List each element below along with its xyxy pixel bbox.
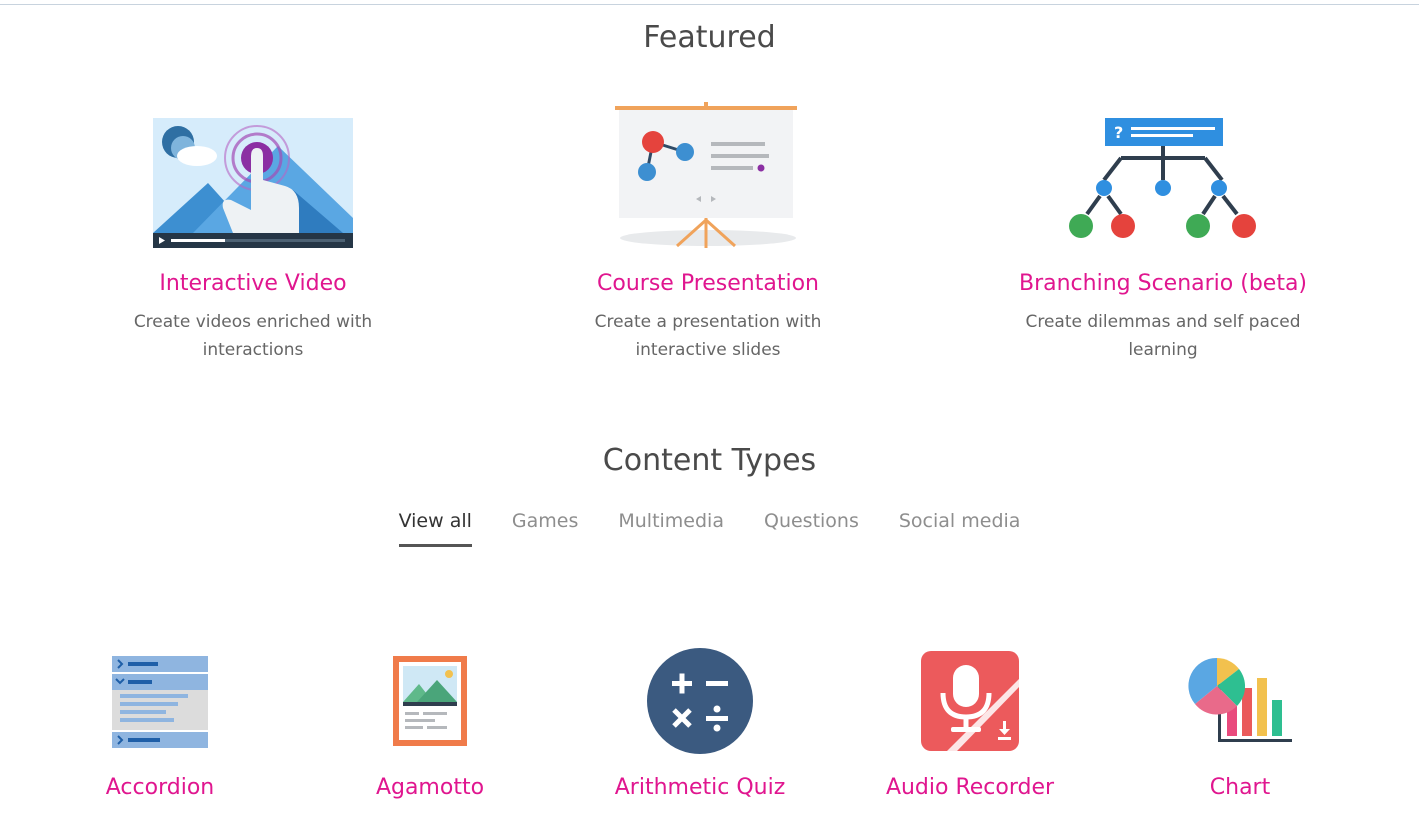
content-type-name[interactable]: Arithmetic Quiz bbox=[565, 775, 835, 800]
content-types-title: Content Types bbox=[602, 443, 817, 478]
svg-text:?: ? bbox=[1114, 123, 1123, 142]
featured-item-course-presentation[interactable]: Course Presentation Create a presentatio… bbox=[508, 96, 908, 364]
content-type-accordion[interactable]: Accordion bbox=[25, 645, 295, 800]
tab-multimedia[interactable]: Multimedia bbox=[618, 510, 724, 547]
interactive-video-icon bbox=[153, 118, 353, 248]
category-tabs: View all Games Multimedia Questions Soci… bbox=[0, 510, 1419, 547]
content-type-name[interactable]: Chart bbox=[1105, 775, 1375, 800]
agamotto-icon bbox=[393, 656, 467, 746]
content-type-audio-recorder[interactable]: Audio Recorder bbox=[835, 645, 1105, 800]
tab-games[interactable]: Games bbox=[512, 510, 578, 547]
content-type-name[interactable]: Accordion bbox=[25, 775, 295, 800]
featured-item-name[interactable]: Branching Scenario (beta) bbox=[963, 270, 1363, 298]
audio-recorder-icon bbox=[921, 651, 1019, 751]
featured-item-description: Create videos enriched with interactions bbox=[133, 312, 373, 360]
top-divider bbox=[0, 4, 1419, 5]
featured-item-description: Create a presentation with interactive s… bbox=[594, 312, 822, 360]
featured-item-description: Create dilemmas and self paced learning bbox=[1025, 312, 1301, 360]
branching-scenario-icon: ? bbox=[1069, 118, 1256, 238]
featured-item-name[interactable]: Course Presentation bbox=[508, 270, 908, 298]
content-type-name[interactable]: Audio Recorder bbox=[835, 775, 1105, 800]
arithmetic-quiz-icon bbox=[647, 648, 753, 754]
accordion-icon bbox=[112, 656, 208, 748]
tab-view-all[interactable]: View all bbox=[398, 510, 472, 547]
chart-icon bbox=[1188, 657, 1292, 742]
content-type-chart[interactable]: Chart bbox=[1105, 645, 1375, 800]
featured-item-name[interactable]: Interactive Video bbox=[53, 270, 453, 298]
content-type-agamotto[interactable]: Agamotto bbox=[295, 645, 565, 800]
featured-item-interactive-video[interactable]: Interactive Video Create videos enriched… bbox=[53, 96, 453, 364]
featured-title: Featured bbox=[643, 20, 776, 55]
content-type-name[interactable]: Agamotto bbox=[295, 775, 565, 800]
tab-questions[interactable]: Questions bbox=[764, 510, 859, 547]
course-presentation-icon bbox=[615, 102, 797, 248]
tab-social-media[interactable]: Social media bbox=[899, 510, 1021, 547]
content-type-arithmetic-quiz[interactable]: Arithmetic Quiz bbox=[565, 645, 835, 800]
featured-item-branching-scenario[interactable]: ? Branching Scenario (beta) Create dilem… bbox=[963, 96, 1363, 364]
